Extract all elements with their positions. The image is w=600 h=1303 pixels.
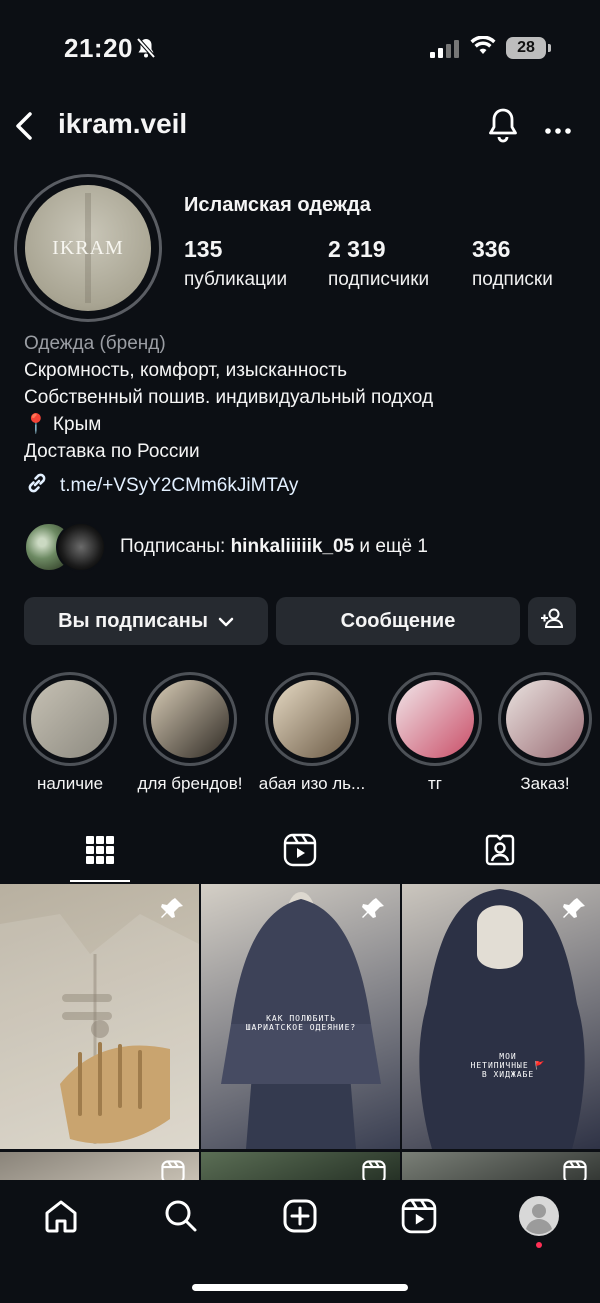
add-person-icon bbox=[539, 607, 565, 635]
stat-following[interactable]: 336 подписки bbox=[472, 236, 600, 291]
highlight-item[interactable]: абая изо ль... bbox=[257, 672, 367, 794]
followed-by[interactable]: Подписаны: hinkaliiiiik_05 и ещё 1 bbox=[24, 522, 428, 572]
search-icon bbox=[163, 1198, 199, 1239]
stat-followers[interactable]: 2 319 подписчики bbox=[328, 236, 472, 291]
highlight-item[interactable]: Заказ! bbox=[490, 672, 600, 794]
bottom-navigation bbox=[0, 1180, 600, 1303]
highlight-ring bbox=[388, 672, 482, 766]
highlight-ring bbox=[143, 672, 237, 766]
stat-label: публикации bbox=[184, 269, 288, 290]
following-button[interactable]: Вы подписаны bbox=[24, 597, 268, 645]
highlight-label: наличие bbox=[36, 774, 104, 793]
chevron-down-icon bbox=[218, 610, 234, 633]
stat-value: 2 319 bbox=[328, 236, 386, 262]
post-thumbnail[interactable] bbox=[0, 884, 199, 1149]
highlight-label: Заказ! bbox=[520, 774, 570, 793]
post-caption: МОИ НЕТИПИЧНЫЕ 🚩 В ХИДЖАБЕ bbox=[470, 1052, 546, 1079]
tab-tagged[interactable] bbox=[480, 832, 520, 872]
reels-icon bbox=[283, 833, 317, 872]
follower-avatar bbox=[56, 522, 106, 572]
message-button-label: Сообщение bbox=[340, 609, 456, 632]
posts-grid: КАК ПОЛЮБИТЬ ШАРИАТСКОЕ ОДЕЯНИЕ? МОИ НЕТ… bbox=[0, 884, 600, 1184]
followed-by-suffix: и ещё 1 bbox=[354, 536, 428, 557]
highlight-ring bbox=[265, 672, 359, 766]
grid-icon bbox=[85, 835, 115, 870]
nav-create[interactable] bbox=[278, 1196, 322, 1240]
highlight-label: тг bbox=[428, 774, 442, 793]
stat-posts[interactable]: 135 публикации bbox=[184, 236, 328, 291]
stat-label: подписчики bbox=[328, 269, 430, 290]
active-tab-indicator bbox=[70, 880, 130, 882]
highlight-label: абая изо ль... bbox=[258, 774, 366, 793]
nav-reels[interactable] bbox=[397, 1196, 441, 1240]
tab-reels[interactable] bbox=[280, 832, 320, 872]
highlight-cover bbox=[31, 680, 109, 758]
bell-muted-icon bbox=[136, 37, 156, 64]
highlight-cover bbox=[151, 680, 229, 758]
avatar-logo-text: IKRAM bbox=[52, 237, 124, 259]
stat-label: подписки bbox=[472, 269, 553, 290]
message-button[interactable]: Сообщение bbox=[276, 597, 520, 645]
status-bar: 21:20 28 bbox=[0, 0, 600, 96]
profile-stats: 135 публикации 2 319 подписчики 336 подп… bbox=[184, 236, 600, 291]
nav-home[interactable] bbox=[39, 1196, 83, 1240]
wifi-icon bbox=[470, 35, 496, 61]
bio-line: Собственный пошив. индивидуальный подход bbox=[24, 387, 434, 408]
bio-line: Доставка по России bbox=[24, 441, 200, 462]
home-icon bbox=[43, 1198, 79, 1239]
profile-header: ikram.veil bbox=[0, 96, 600, 156]
reels-icon bbox=[401, 1198, 437, 1239]
bio-line: Скромность, комфорт, изысканность bbox=[24, 360, 348, 381]
back-button[interactable] bbox=[12, 108, 36, 149]
profile-avatar-icon bbox=[518, 1195, 560, 1242]
clock: 21:20 bbox=[64, 33, 133, 63]
highlight-item[interactable]: наличие bbox=[15, 672, 125, 794]
profile-display-name: Исламская одежда bbox=[184, 194, 371, 216]
home-indicator[interactable] bbox=[192, 1284, 408, 1291]
stat-value: 135 bbox=[184, 236, 223, 262]
stat-value: 336 bbox=[472, 236, 511, 262]
profile-notification-dot bbox=[536, 1242, 542, 1248]
avatar-image: IKRAM bbox=[25, 185, 151, 311]
profile-avatar[interactable]: IKRAM bbox=[14, 174, 162, 322]
followed-by-user: hinkaliiiiik_05 bbox=[230, 536, 355, 557]
highlight-item[interactable]: для брендов! bbox=[135, 672, 245, 794]
battery-indicator: 28 bbox=[506, 37, 551, 59]
pin-icon bbox=[561, 896, 587, 927]
suggest-people-button[interactable] bbox=[528, 597, 576, 645]
notifications-bell-icon[interactable] bbox=[486, 106, 520, 149]
highlight-cover bbox=[396, 680, 474, 758]
more-options-icon[interactable] bbox=[544, 122, 572, 140]
bio-link[interactable]: t.me/+VSyY2CMm6kJiMTAy bbox=[24, 470, 298, 502]
profile-bio: Одежда (бренд) Скромность, комфорт, изыс… bbox=[24, 330, 584, 465]
followed-by-text: Подписаны: hinkaliiiiik_05 и ещё 1 bbox=[120, 536, 428, 558]
nav-search[interactable] bbox=[159, 1196, 203, 1240]
highlight-ring bbox=[498, 672, 592, 766]
tab-posts-grid[interactable] bbox=[80, 832, 120, 872]
bio-line: 📍 Крым bbox=[24, 414, 102, 435]
post-thumbnail[interactable]: МОИ НЕТИПИЧНЫЕ 🚩 В ХИДЖАБЕ bbox=[402, 884, 600, 1149]
bio-category: Одежда (бренд) bbox=[24, 333, 166, 354]
highlight-cover bbox=[506, 680, 584, 758]
tagged-person-icon bbox=[483, 833, 517, 872]
following-button-label: Вы подписаны bbox=[58, 609, 208, 632]
highlight-label: для брендов! bbox=[137, 774, 243, 793]
highlight-item[interactable]: тг bbox=[380, 672, 490, 794]
highlight-ring bbox=[23, 672, 117, 766]
post-caption: КАК ПОЛЮБИТЬ ШАРИАТСКОЕ ОДЕЯНИЕ? bbox=[245, 1014, 357, 1032]
post-thumbnail[interactable]: КАК ПОЛЮБИТЬ ШАРИАТСКОЕ ОДЕЯНИЕ? bbox=[201, 884, 400, 1149]
pin-icon bbox=[360, 896, 386, 927]
profile-content-tabs bbox=[0, 822, 600, 884]
cellular-signal-icon bbox=[430, 38, 459, 58]
link-text: t.me/+VSyY2CMm6kJiMTAy bbox=[60, 475, 299, 496]
pin-icon bbox=[159, 896, 185, 927]
nav-profile[interactable] bbox=[517, 1195, 561, 1242]
profile-username: ikram.veil bbox=[58, 108, 188, 139]
link-icon bbox=[24, 470, 50, 502]
story-highlights: наличие для брендов! абая изо ль... тг З… bbox=[0, 672, 600, 802]
highlight-cover bbox=[273, 680, 351, 758]
followed-by-prefix: Подписаны: bbox=[120, 536, 231, 557]
create-plus-icon bbox=[282, 1198, 318, 1239]
